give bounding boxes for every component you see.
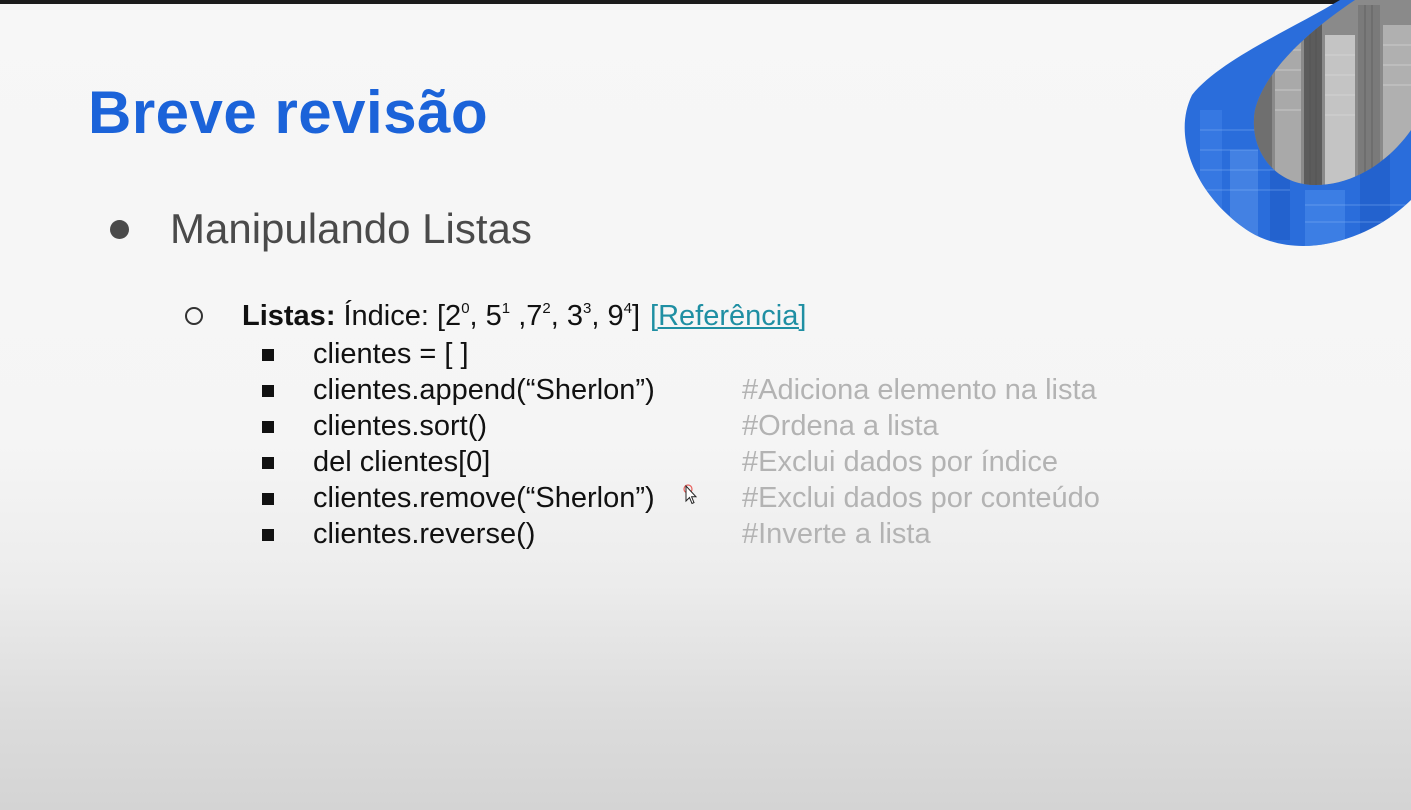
square-bullet-icon (262, 385, 274, 397)
index-superscript: 1 (501, 299, 511, 317)
section-bullet-item: Manipulando Listas (110, 202, 532, 256)
filled-circle-bullet-icon (110, 219, 129, 239)
command-row: clientes.reverse() #Inverte a lista (262, 516, 1182, 552)
command-row: clientes.remove(“Sherlon”) #Exclui dados… (262, 480, 1182, 516)
command-row: clientes.sort() #Ordena a lista (262, 408, 1182, 444)
command-list: clientes = [ ] clientes.append(“Sherlon”… (262, 336, 1182, 552)
command-code: clientes.append(“Sherlon”) (313, 374, 655, 406)
reference-link[interactable]: [Referência] (650, 300, 806, 333)
slide-title: Breve revisão (88, 79, 489, 146)
command-comment: #Exclui dados por índice (742, 446, 1058, 478)
index-example: Índice: [20, 51 ,72, 33, 94] (343, 300, 640, 333)
square-bullet-icon (262, 529, 274, 541)
index-value: 3 (566, 299, 584, 332)
command-code: del clientes[0] (313, 446, 491, 478)
index-separator: , (510, 299, 527, 332)
index-prefix: Índice: [ (343, 299, 446, 332)
mouse-cursor-icon (683, 484, 697, 505)
hollow-circle-bullet-icon (185, 307, 203, 325)
command-comment: #Adiciona elemento na lista (742, 374, 1097, 406)
square-bullet-icon (262, 457, 274, 469)
command-comment: #Ordena a lista (742, 410, 939, 442)
index-suffix: ] (631, 299, 641, 332)
command-code: clientes.reverse() (313, 518, 536, 550)
square-bullet-icon (262, 421, 274, 433)
index-superscript: 4 (623, 299, 632, 317)
index-superscript: 0 (461, 299, 470, 317)
index-value: 7 (526, 299, 543, 332)
square-bullet-icon (262, 493, 274, 505)
command-row: clientes = [ ] (262, 336, 1182, 372)
command-comment: #Inverte a lista (742, 518, 931, 550)
section-heading: Manipulando Listas (170, 205, 532, 252)
index-separator: , (591, 299, 608, 332)
command-comment: #Exclui dados por conteúdo (742, 482, 1100, 514)
index-separator: , (469, 299, 486, 332)
index-separator: , (550, 299, 567, 332)
command-code: clientes = [ ] (313, 338, 469, 370)
index-superscript: 2 (542, 299, 551, 317)
city-buildings-graphic (1184, 0, 1411, 246)
index-value: 5 (485, 299, 502, 332)
command-code: clientes.sort() (313, 410, 488, 442)
command-row: del clientes[0] #Exclui dados por índice (262, 444, 1182, 480)
command-row: clientes.append(“Sherlon”) #Adiciona ele… (262, 372, 1182, 408)
index-value: 2 (445, 299, 462, 332)
lists-index-line: Listas: Índice: [20, 51 ,72, 33, 94] [Re… (185, 296, 806, 336)
lists-label: Listas: (242, 299, 336, 332)
square-bullet-icon (262, 349, 274, 361)
index-value: 9 (607, 299, 624, 332)
command-code: clientes.remove(“Sherlon”) (313, 482, 655, 514)
